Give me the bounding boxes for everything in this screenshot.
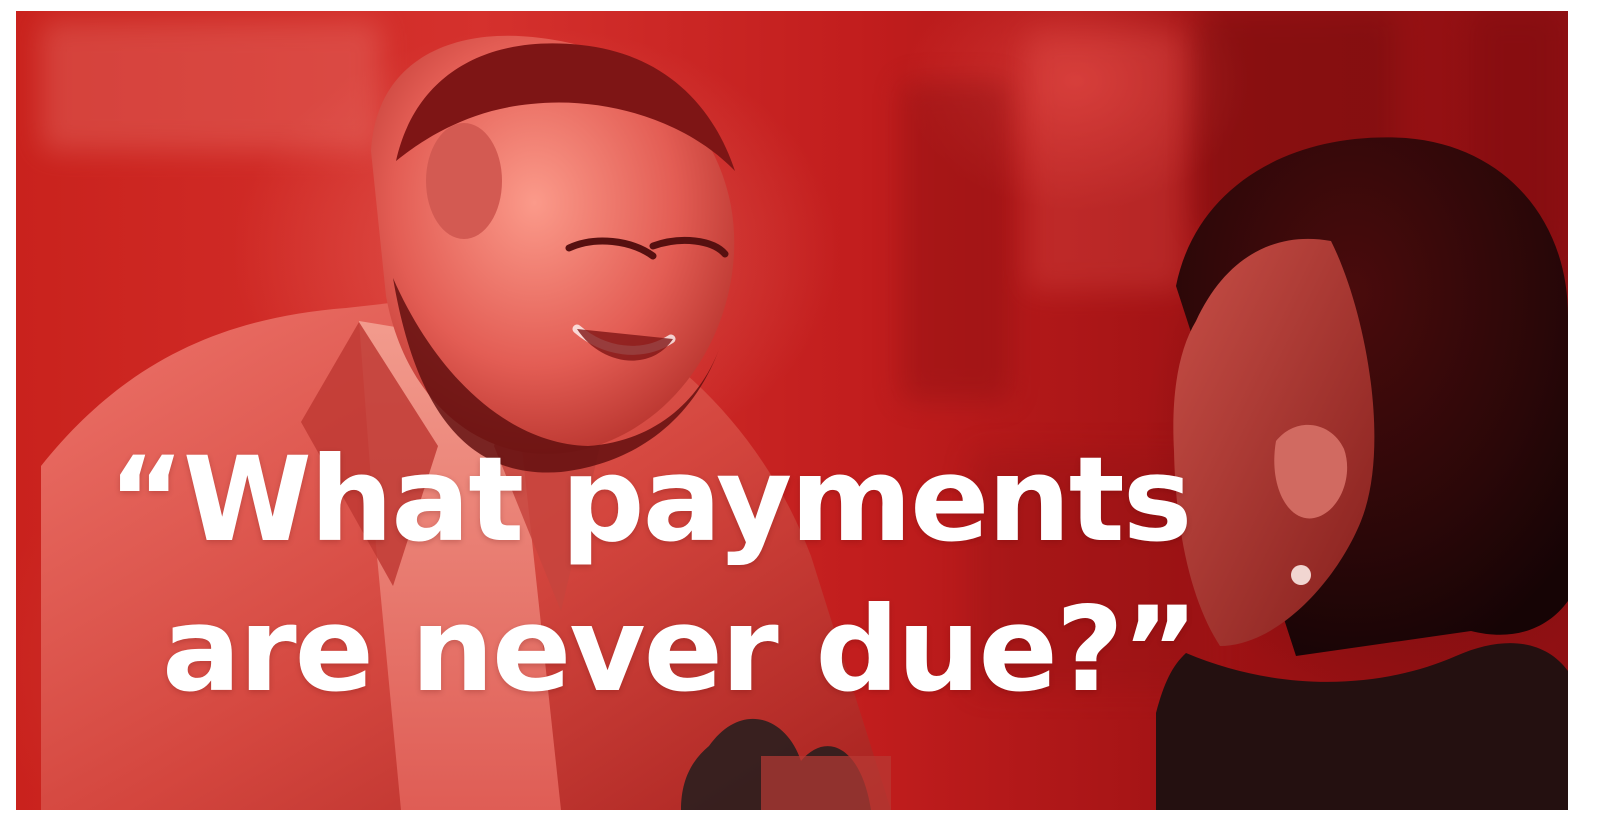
headline-line-2: are never due?”	[162, 581, 1199, 718]
promo-image: “What payments are never due?”	[16, 11, 1568, 810]
headline-quote: “What payments are never due?”	[108, 425, 1318, 725]
blurred-background-window	[901, 81, 1011, 401]
headline-line-1: “What payments	[108, 431, 1192, 568]
